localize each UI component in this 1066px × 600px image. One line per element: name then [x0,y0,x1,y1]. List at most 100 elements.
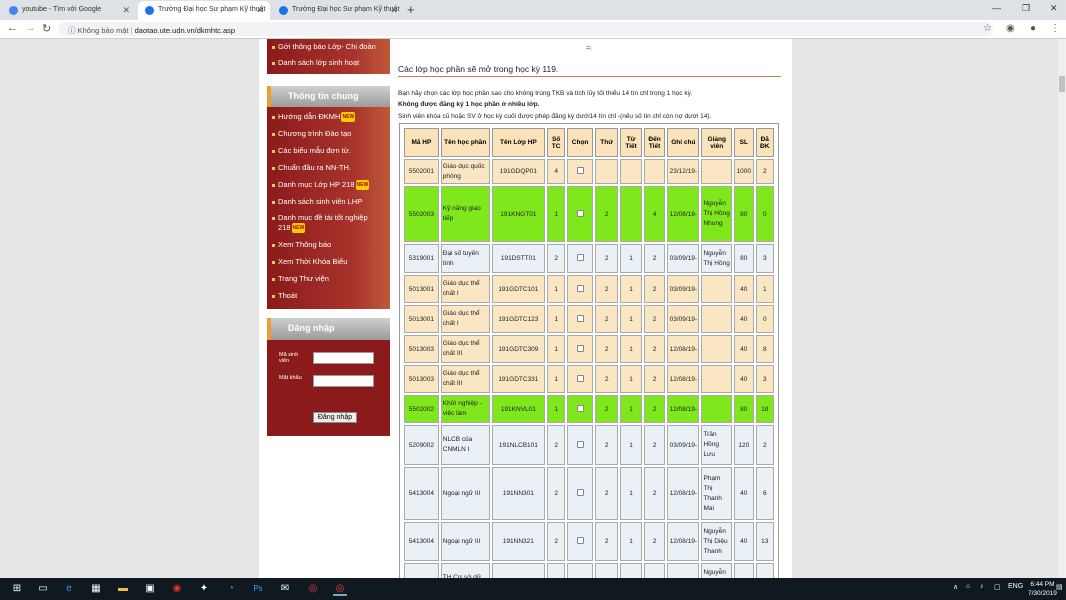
sidebar-item-de-tai[interactable]: Danh mục đề tài tốt nghiệp 218 NEW [267,213,372,234]
store-icon[interactable]: ▦ [89,582,103,596]
minimize-icon[interactable]: — [992,3,1001,13]
volume-icon[interactable]: ♪ [980,583,984,590]
table-row: 5013003 Giáo dục thể chất III 191GDTC331 1 2… [404,365,774,393]
browser-tab-2[interactable]: Trường Đại học Sư phạm Kỹ thuật ✕ [272,1,404,20]
sidebar-item-danh-muc-lop[interactable]: Danh mục Lớp HP 218 NEW [267,180,390,191]
new-tab-button[interactable]: + [407,2,415,17]
note-cell: 03/09/19- [667,305,700,333]
tray-chevron-icon[interactable]: ∧ [953,583,958,591]
from-period-cell: 1 [620,395,642,423]
reload-icon[interactable]: ↻ [42,22,51,35]
task-view-icon[interactable]: ▭ [36,582,50,596]
forward-arrow-icon[interactable]: → [25,22,36,34]
clock[interactable]: 6:44 PM 7/30/2019 [1028,580,1057,598]
record-icon[interactable]: ◉ [170,582,184,596]
select-checkbox[interactable] [576,167,584,174]
note-cell: 12/08/19- [667,186,700,242]
from-period-cell: 1 [620,425,642,465]
sidebar-item-gui-thong-bao[interactable]: Gởi thông báo Lớp- Chi đoàn [267,39,390,55]
browser-tab-1[interactable]: Trường Đại học Sư phạm Kỹ thuật ✕ [138,1,270,20]
select-checkbox[interactable] [576,489,584,496]
lecturer-cell: Nguyễn Thị Hồng [701,244,733,273]
extension-icon[interactable]: ◉ [1006,23,1015,34]
window-close-icon[interactable]: ✕ [1050,3,1058,14]
photoshop-icon[interactable]: Ps [251,582,265,596]
sidebar-item-thong-bao[interactable]: Xem Thông báo [267,240,390,250]
course-table: Mã HP Tên học phần Tên Lớp HP Số TC Chọn… [402,126,776,578]
note-cell: 12/08/19- [667,563,700,578]
language-indicator[interactable]: ENG [1008,583,1023,590]
sidebar-item-label: Chuẩn đầu ra NN-TH. [278,163,351,173]
edge-icon[interactable]: e [62,582,76,596]
course-name-cell: TH Cơ sở dữ liệu II [440,563,490,578]
info-icon[interactable]: ⓘ [68,26,76,35]
app-icon[interactable]: ▣ [143,582,157,596]
password-input[interactable] [313,375,374,387]
profile-avatar-icon[interactable]: ● [1030,23,1036,34]
sidebar-item-tkb[interactable]: Xem Thời Khóa Biểu [267,257,390,267]
select-checkbox[interactable] [576,344,584,352]
select-checkbox[interactable] [576,404,584,412]
weekday-cell: 2 [594,563,619,578]
weekday-cell: 2 [594,522,619,561]
lecturer-cell: Trần Hồng Lưu [701,425,733,465]
browser-tab-0[interactable]: youtube - Tìm với Google ✕ [2,1,136,20]
col-header: Ghi chú [667,128,700,157]
close-tab-icon[interactable]: ✕ [390,5,398,16]
lecturer-cell: Nguyễn Thị Thùy Hoài [701,563,733,578]
select-cell [567,186,593,242]
notification-icon[interactable]: ▢ [994,583,1001,591]
scrollbar-thumb[interactable] [1059,76,1065,92]
course-name-cell: Khởi nghiệp - việc làm [440,395,490,423]
sidebar-item-huong-dan[interactable]: Hướng dẫn ĐKMH NEW [267,112,390,123]
capacity-cell: 40 [734,335,754,363]
to-period-cell: 2 [643,244,666,273]
ornament-divider-icon: ≈ [586,43,592,54]
close-tab-icon[interactable]: ✕ [122,5,130,16]
registered-cell: 1 [755,275,774,303]
file-explorer-icon[interactable]: ▬ [116,582,130,596]
select-checkbox[interactable] [576,314,584,322]
student-id-input[interactable] [313,352,374,364]
address-bar[interactable]: ⓘ Không bảo mật | daotao.ute.udn.vn/dkmh… [58,22,993,36]
bookmark-star-icon[interactable]: ☆ [983,23,992,34]
restore-icon[interactable]: ❐ [1022,3,1030,14]
class-code-cell: 191GDTC309 [491,335,545,363]
course-code-cell: 5502003 [404,186,439,242]
select-cell [567,425,593,465]
registered-cell: 13 [755,522,774,561]
app3-icon[interactable]: ◔ [224,582,238,596]
unikey-icon[interactable]: ✉ [278,582,292,596]
select-checkbox[interactable] [576,284,584,292]
sidebar-item-chuan-dau-ra[interactable]: Chuẩn đầu ra NN-TH. [267,163,390,173]
table-row: 5013001 Giáo dục thể chất I 191GDTC123 1 2 1 2… [404,305,774,333]
sidebar-item-chuong-trinh[interactable]: Chương trình Đào tạo [267,129,390,139]
windows-start-icon[interactable]: ⊞ [10,582,24,596]
credits-cell: 1 [546,335,566,363]
note-cell: 12/08/19- [667,395,700,423]
app2-icon[interactable]: ✦ [197,582,211,596]
sidebar-item-bieu-mau[interactable]: Các biểu mẫu đơn từ. [267,146,390,156]
select-checkbox[interactable] [576,209,584,217]
chrome-active-icon[interactable]: ◎ [333,582,347,596]
network-icon[interactable]: ⌂ [966,583,970,590]
select-checkbox[interactable] [576,374,584,382]
sidebar-item-thu-vien[interactable]: Trang Thư viện [267,274,390,284]
tab-title: Trường Đại học Sư phạm Kỹ thuật [158,6,266,13]
sidebar-item-thoat[interactable]: Thoát [267,291,390,301]
select-checkbox[interactable] [576,254,584,261]
select-checkbox[interactable] [576,440,584,448]
chrome-icon[interactable]: ◎ [306,582,320,596]
login-button[interactable]: Đăng nhập [313,412,357,423]
capacity-cell: 80 [734,186,754,242]
back-arrow-icon[interactable]: ← [7,22,18,34]
select-checkbox[interactable] [576,537,584,544]
google-favicon-icon [9,6,18,15]
menu-kebab-icon[interactable]: ⋮ [1050,23,1060,34]
close-tab-icon[interactable]: ✕ [256,5,264,16]
class-code-cell: 191KNGT01 [491,186,545,242]
sidebar-item-danh-sach-lop[interactable]: Danh sách lớp sinh hoạt [267,55,390,71]
page-scrollbar[interactable] [1058,39,1066,578]
sidebar-item-danh-sach-sv[interactable]: Danh sách sinh viên LHP [267,197,390,207]
action-center-icon[interactable]: ▤ [1056,583,1063,591]
